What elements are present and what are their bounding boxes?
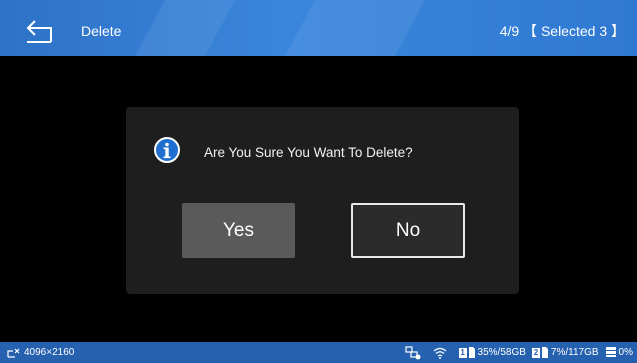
back-arrow-icon [26, 20, 52, 43]
resolution-text: 4096×2160 [24, 347, 75, 358]
decorative-streak [285, 0, 425, 56]
delete-confirm-dialog: Are You Sure You Want To Delete? Yes No [126, 107, 519, 294]
card1-number: 1 [458, 347, 467, 358]
yes-button[interactable]: Yes [182, 203, 295, 258]
card2-usage: 7%/117GB [550, 347, 599, 358]
decorative-streak [135, 0, 235, 56]
selection-counter: 4/9 【 Selected 3 】 [499, 23, 625, 39]
card2-number: 2 [531, 347, 540, 358]
page-title: Delete [81, 23, 122, 39]
top-bar: Delete 4/9 【 Selected 3 】 [0, 0, 637, 56]
status-right-group: 1 35%/58GB 2 7%/117GB 0% [404, 342, 633, 363]
disk-icon [605, 346, 616, 357]
resolution-icon [7, 348, 20, 358]
wifi-icon [433, 347, 446, 359]
sd-card-icon [541, 346, 548, 358]
status-bar: 4096×2160 1 35%/58GB 2 7%/117GB 0% [0, 342, 637, 363]
dialog-message: Are You Sure You Want To Delete? [204, 145, 413, 160]
resolution-indicator: 4096×2160 [7, 342, 74, 363]
back-button[interactable] [22, 12, 56, 46]
info-icon [154, 137, 180, 163]
card1-usage: 35%/58GB [477, 347, 526, 358]
no-button[interactable]: No [351, 203, 465, 258]
disk-usage: 0% [618, 347, 633, 358]
network-icon [404, 345, 421, 359]
sd-card-icon [468, 346, 475, 358]
content-area: Are You Sure You Want To Delete? Yes No [0, 56, 637, 342]
